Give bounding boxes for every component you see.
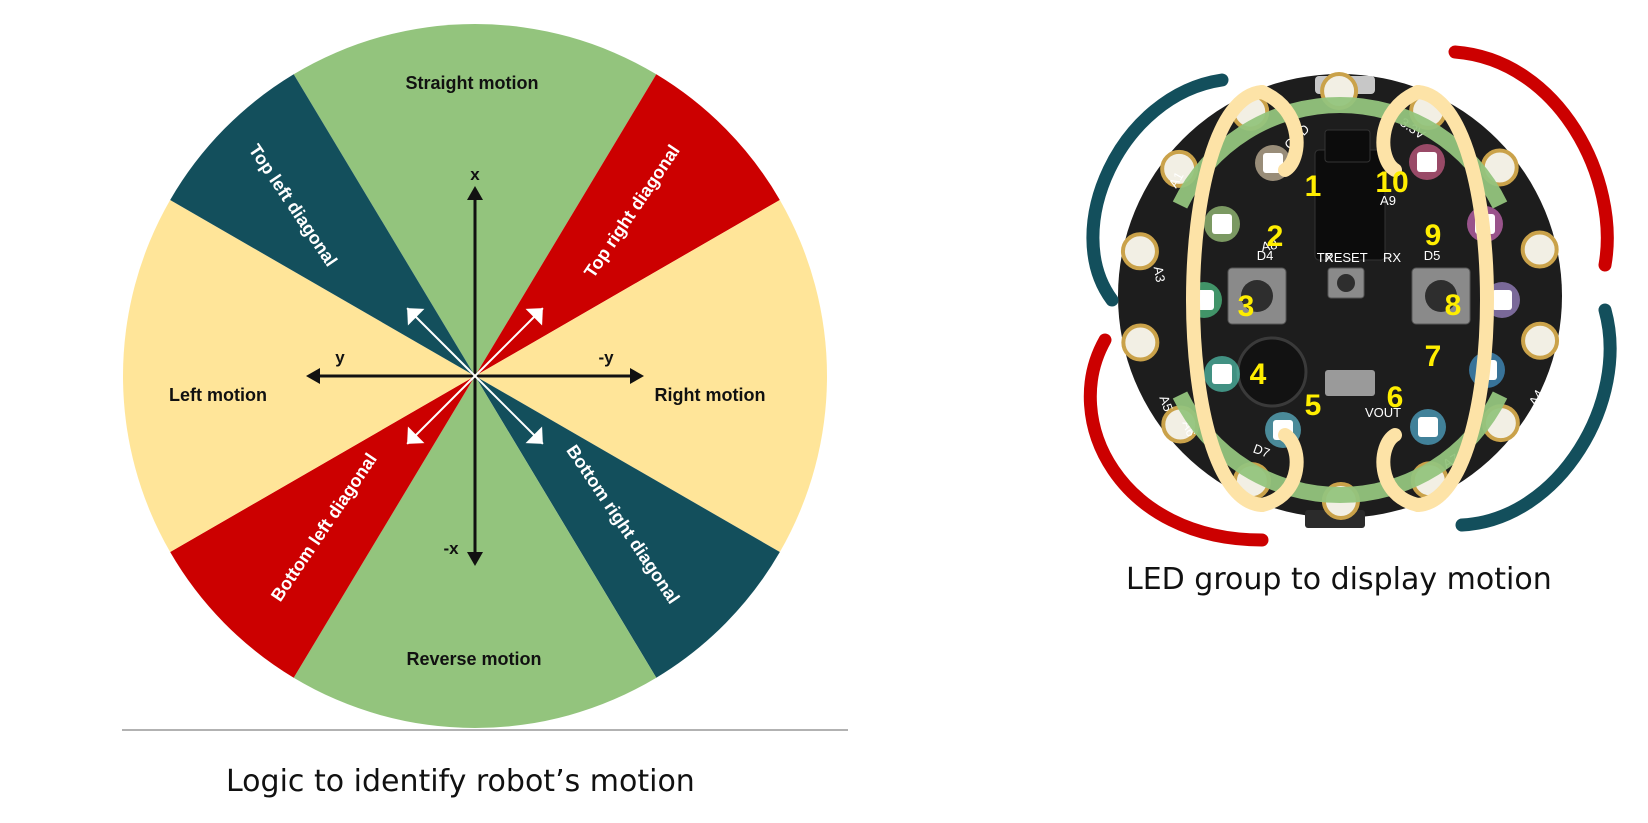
diagram-canvas: Straight motionTop right diagonalRight m… — [122, 24, 1617, 731]
buzzer — [1236, 336, 1308, 408]
led-number-1: 1 — [1305, 170, 1322, 203]
led-number-6: 6 — [1387, 381, 1404, 414]
led-number-7: 7 — [1425, 340, 1442, 373]
led-number-9: 9 — [1425, 219, 1442, 252]
pad — [1120, 232, 1159, 271]
wheel-caption: Logic to identify robot’s motion — [226, 764, 695, 799]
led-number-10: 10 — [1375, 166, 1408, 199]
sector-label-right: Right motion — [655, 385, 766, 405]
sector-label-left: Left motion — [169, 385, 267, 405]
sector-label-reverse: Reverse motion — [406, 649, 541, 669]
led — [1418, 417, 1438, 437]
small-chip — [1324, 129, 1371, 163]
led — [1212, 364, 1232, 384]
led-number-3: 3 — [1238, 290, 1255, 323]
led — [1492, 290, 1512, 310]
led-number-5: 5 — [1305, 389, 1322, 422]
reset-button-cap — [1337, 274, 1355, 292]
axis-label-x: x — [470, 165, 480, 184]
silkscreen-label: RX — [1383, 250, 1401, 265]
slide-switch — [1325, 370, 1375, 396]
led-number-2: 2 — [1267, 220, 1284, 253]
circuit-board: GND 3.3VA9A8D4 D5TXRESET RXA1 A2A3A4A5A6A7VO… — [1083, 45, 1617, 547]
silkscreen-label: RESET — [1324, 250, 1367, 265]
led-number-4: 4 — [1250, 358, 1267, 391]
axis-label-neg-x: -x — [443, 539, 459, 558]
led — [1212, 214, 1232, 234]
pad — [1520, 230, 1559, 269]
axis-label-y: y — [335, 348, 345, 367]
sector-label-straight: Straight motion — [406, 73, 539, 93]
silkscreen-label: A3 — [1151, 265, 1169, 283]
pad — [1121, 323, 1160, 362]
pad — [1521, 321, 1560, 360]
board-caption: LED group to display motion — [1126, 562, 1552, 597]
axis-label-neg-y: -y — [598, 348, 614, 367]
led — [1417, 152, 1437, 172]
led-number-8: 8 — [1445, 289, 1462, 322]
motion-wheel: Straight motionTop right diagonalRight m… — [122, 24, 827, 728]
